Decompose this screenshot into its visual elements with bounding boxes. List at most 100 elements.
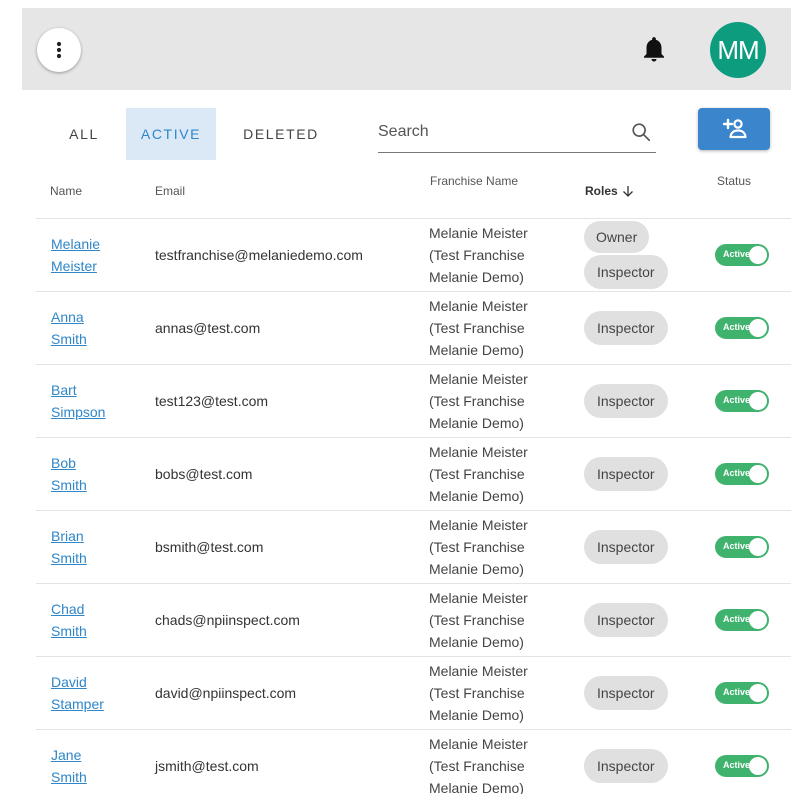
franchise-line: Melanie Demo) [429,561,524,577]
status-toggle[interactable]: Active [715,244,769,266]
user-email: bsmith@test.com [155,539,264,555]
franchise-name: Melanie Meister (Test Franchise Melanie De… [429,584,528,656]
role-chip: Owner [584,221,650,253]
notifications-button[interactable] [639,34,669,64]
user-name-link[interactable]: Bart Simpson [51,365,105,437]
status-toggle[interactable]: Active [715,609,769,631]
franchise-line: Melanie Meister [429,663,528,679]
user-name-link[interactable]: Jane Smith [51,730,87,794]
user-first-name[interactable]: Brian [51,525,87,547]
user-first-name[interactable]: Bob [51,452,87,474]
table-row: Bob Smith bobs@test.com Melanie Meister (… [36,437,791,510]
users-page: MM ALL ACTIVE DELETED Name Email Franchi… [0,0,791,794]
roles-cell: Inspector [584,657,668,729]
franchise-line: Melanie Demo) [429,488,524,504]
column-header-email[interactable]: Email [155,184,185,198]
status-toggle[interactable]: Active [715,682,769,704]
search-box [378,112,656,153]
column-header-name[interactable]: Name [50,184,82,198]
franchise-line: Melanie Meister [429,444,528,460]
user-last-name[interactable]: Smith [51,328,87,350]
role-chip: Inspector [584,255,668,289]
franchise-line: (Test Franchise [429,539,525,555]
roles-cell: Inspector [584,511,668,583]
franchise-name: Melanie Meister (Test Franchise Melanie De… [429,219,528,291]
column-header-roles[interactable]: Roles [585,184,634,198]
franchise-line: Melanie Meister [429,371,528,387]
role-chip: Inspector [584,603,668,637]
status-cell: Active [715,292,769,364]
franchise-name: Melanie Meister (Test Franchise Melanie De… [429,511,528,583]
table-row: Anna Smith annas@test.com Melanie Meiste… [36,291,791,364]
status-toggle[interactable]: Active [715,755,769,777]
franchise-line: (Test Franchise [429,247,525,263]
user-first-name[interactable]: Melanie [51,233,100,255]
table-row: David Stamper david@npiinspect.com Melan… [36,656,791,729]
status-toggle[interactable]: Active [715,390,769,412]
status-toggle[interactable]: Active [715,317,769,339]
tab-deleted[interactable]: DELETED [228,108,334,160]
table-row: Melanie Meister testfranchise@melaniedem… [36,218,791,291]
status-toggle[interactable]: Active [715,536,769,558]
add-user-button[interactable] [698,108,770,150]
vertical-dots-icon [56,41,62,59]
franchise-line: Melanie Meister [429,517,528,533]
user-last-name[interactable]: Meister [51,255,100,277]
franchise-line: Melanie Demo) [429,269,524,285]
search-input[interactable] [378,118,618,146]
franchise-line: (Test Franchise [429,320,525,336]
user-avatar[interactable]: MM [710,22,766,78]
toggle-knob [749,684,767,702]
user-last-name[interactable]: Smith [51,547,87,569]
user-first-name[interactable]: Bart [51,379,105,401]
user-name-link[interactable]: David Stamper [51,657,104,729]
user-name-link[interactable]: Anna Smith [51,292,87,364]
user-first-name[interactable]: David [51,671,104,693]
tab-all[interactable]: ALL [45,108,123,160]
franchise-line: (Test Franchise [429,393,525,409]
franchise-name: Melanie Meister (Test Franchise Melanie De… [429,657,528,729]
roles-cell: Inspector [584,365,668,437]
franchise-line: (Test Franchise [429,612,525,628]
tab-active[interactable]: ACTIVE [126,108,216,160]
user-email: test123@test.com [155,393,269,409]
user-last-name[interactable]: Smith [51,766,87,788]
roles-cell: Inspector [584,438,668,510]
franchise-line: Melanie Demo) [429,415,524,431]
table-row: Brian Smith bsmith@test.com Melanie Meis… [36,510,791,583]
toggle-knob [749,465,767,483]
franchise-line: Melanie Demo) [429,342,524,358]
user-name-link[interactable]: Melanie Meister [51,219,100,291]
user-last-name[interactable]: Smith [51,474,87,496]
role-chip: Inspector [584,384,668,418]
franchise-line: (Test Franchise [429,685,525,701]
user-email: testfranchise@melaniedemo.com [155,247,363,263]
table-row: Bart Simpson test123@test.com Melanie Me… [36,364,791,437]
user-name-link[interactable]: Brian Smith [51,511,87,583]
user-email: annas@test.com [155,320,261,336]
table-row: Jane Smith jsmith@test.com Melanie Meist… [36,729,791,794]
column-header-franchise[interactable]: Franchise Name [430,174,518,188]
roles-header-label: Roles [585,184,618,198]
user-last-name[interactable]: Smith [51,620,87,642]
user-email: bobs@test.com [155,466,253,482]
user-name-link[interactable]: Bob Smith [51,438,87,510]
user-email: david@npiinspect.com [155,685,297,701]
franchise-line: Melanie Demo) [429,707,524,723]
search-icon[interactable] [630,121,652,143]
user-last-name[interactable]: Simpson [51,401,105,423]
user-first-name[interactable]: Chad [51,598,87,620]
user-first-name[interactable]: Jane [51,744,87,766]
user-first-name[interactable]: Anna [51,306,87,328]
user-name-link[interactable]: Chad Smith [51,584,87,656]
more-menu-button[interactable] [37,28,81,72]
status-toggle[interactable]: Active [715,463,769,485]
franchise-name: Melanie Meister (Test Franchise Melanie De… [429,438,528,510]
bell-icon [644,37,664,62]
column-header-status[interactable]: Status [717,174,751,188]
roles-cell: Inspector [584,292,668,364]
role-chip: Inspector [584,457,668,491]
user-last-name[interactable]: Stamper [51,693,104,715]
franchise-line: Melanie Meister [429,298,528,314]
franchise-line: Melanie Meister [429,736,528,752]
